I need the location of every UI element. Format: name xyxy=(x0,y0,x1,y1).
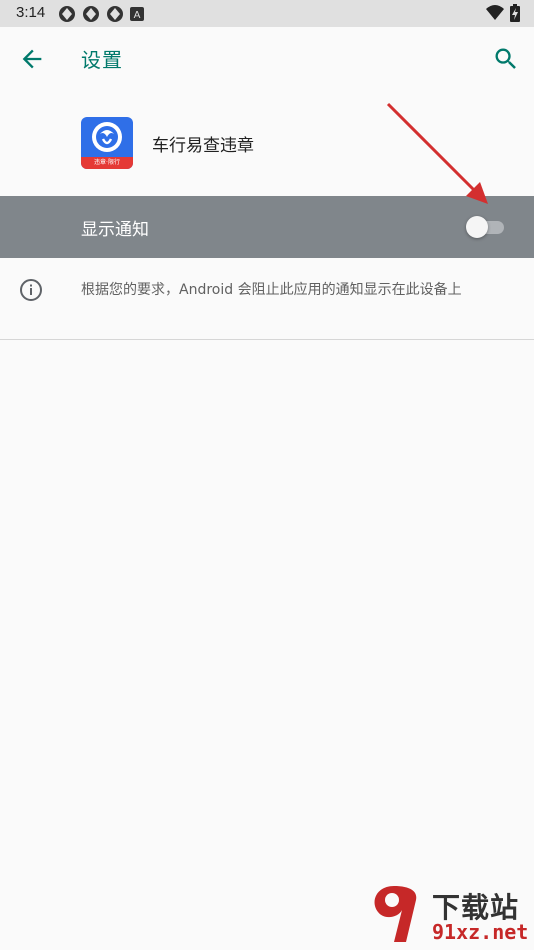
watermark: 下载站 91xz.net xyxy=(360,880,534,950)
a-icon: A xyxy=(130,5,148,23)
app-icon: 违章·限行 xyxy=(81,117,133,169)
info-text: 根据您的要求，Android 会阻止此应用的通知显示在此设备上 xyxy=(81,282,462,298)
annotation-arrow-icon xyxy=(386,102,488,204)
page-title: 设置 xyxy=(81,48,123,72)
wifi-icon xyxy=(486,5,504,25)
notification-icon xyxy=(58,5,76,23)
watermark-url: 91xz.net xyxy=(432,920,529,944)
notification-icon xyxy=(106,5,124,23)
switch-thumb xyxy=(466,216,488,238)
show-notifications-switch[interactable] xyxy=(466,216,506,238)
status-icons-right xyxy=(486,4,520,26)
search-icon[interactable] xyxy=(492,45,520,73)
back-arrow-icon[interactable] xyxy=(18,45,46,73)
app-icon-badge: 违章·限行 xyxy=(81,157,133,169)
notification-icon xyxy=(82,5,100,23)
watermark-logo-icon xyxy=(374,886,417,942)
info-icon xyxy=(19,278,43,302)
toolbar: 设置 xyxy=(0,27,534,91)
info-row: 根据您的要求，Android 会阻止此应用的通知显示在此设备上 xyxy=(0,258,534,340)
svg-text:A: A xyxy=(134,10,141,21)
status-icons-left: A xyxy=(58,5,148,23)
status-time: 3:14 xyxy=(16,4,46,21)
show-notifications-label: 显示通知 xyxy=(81,220,149,240)
status-bar: 3:14 A xyxy=(0,0,534,27)
battery-charging-icon xyxy=(510,4,520,26)
app-name: 车行易查违章 xyxy=(152,136,254,156)
